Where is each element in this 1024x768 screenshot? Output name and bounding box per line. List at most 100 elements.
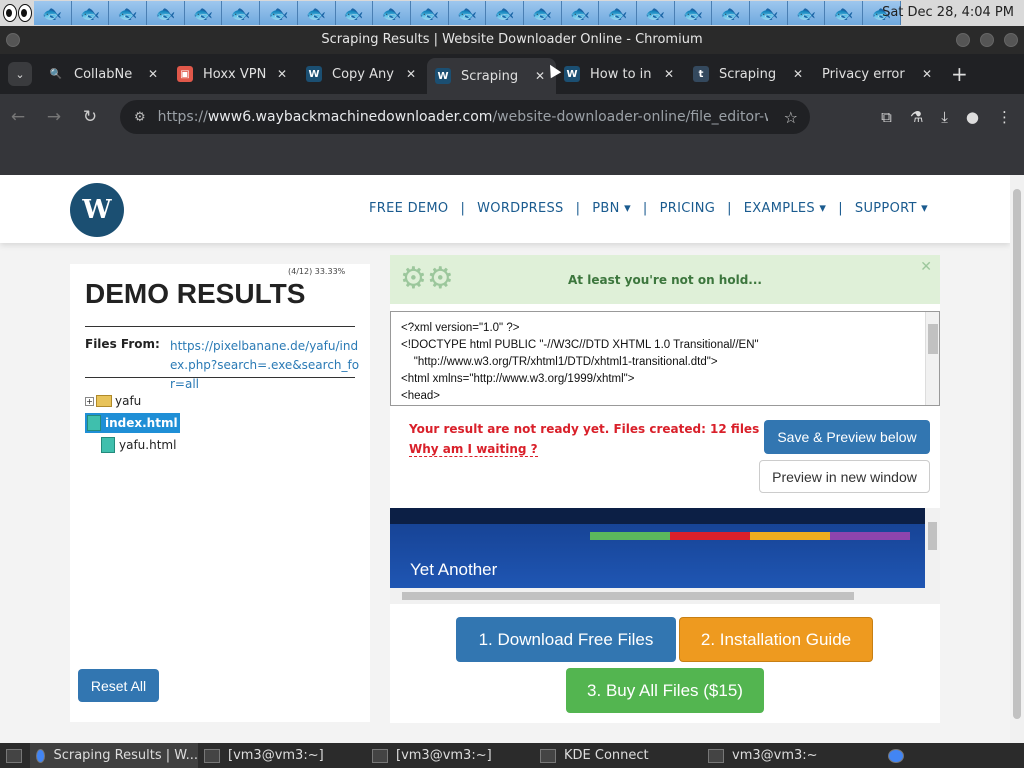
fish-icon[interactable]: 🐟 (373, 1, 411, 25)
tab-label: CollabNe (74, 66, 133, 82)
new-tab-button[interactable]: + (951, 62, 968, 86)
nav-pbn[interactable]: PBN ▾ (580, 201, 643, 216)
expand-icon[interactable]: + (85, 396, 94, 406)
maximize-button[interactable] (980, 33, 994, 47)
task-kde-connect[interactable]: KDE Connect (534, 743, 702, 768)
kde-connect-icon (540, 748, 556, 763)
window-titlebar[interactable]: Scraping Results | Website Downloader On… (0, 26, 1024, 54)
fish-icon[interactable]: 🐟 (260, 1, 298, 25)
fish-icon[interactable]: 🐟 (787, 1, 826, 25)
folder-icon (96, 395, 112, 407)
kebab-menu-icon[interactable]: ⋮ (997, 108, 1012, 126)
close-tab-icon[interactable]: ✕ (532, 69, 548, 83)
task-terminal-1[interactable]: [vm3@vm3:~] (198, 743, 366, 768)
tab-copy-any[interactable]: W Copy Any ✕ (298, 58, 427, 90)
xeyes-icon (0, 0, 34, 26)
close-tab-icon[interactable]: ✕ (145, 67, 161, 81)
close-tab-icon[interactable]: ✕ (919, 67, 935, 81)
show-desktop-icon[interactable] (0, 743, 30, 768)
forward-button[interactable]: → (36, 107, 72, 127)
fish-icon[interactable]: 🐟 (410, 1, 449, 25)
task-chromium[interactable]: Scraping Results | W... (30, 743, 198, 768)
bookmark-star-icon[interactable]: ☆ (784, 108, 798, 127)
task-terminal-2[interactable]: [vm3@vm3:~] (366, 743, 534, 768)
scrollbar[interactable] (925, 312, 939, 405)
clock[interactable]: Sat Dec 28, 4:04 PM (882, 0, 1014, 26)
tree-folder-yafu[interactable]: + yafu (85, 390, 180, 412)
back-button[interactable]: ← (0, 107, 36, 127)
window-menu-button[interactable] (6, 33, 20, 47)
tab-label: Copy Any (332, 66, 394, 82)
installation-guide-button[interactable]: 2. Installation Guide (679, 617, 873, 662)
tab-collabnet[interactable]: 🔍 CollabNe ✕ (40, 58, 169, 90)
tab-search-button[interactable]: ⌄ (8, 62, 32, 86)
reload-button[interactable]: ↻ (72, 107, 108, 127)
download-icon[interactable]: ⤓ (941, 108, 948, 126)
save-preview-button[interactable]: Save & Preview below (764, 420, 930, 454)
buy-all-files-button[interactable]: 3. Buy All Files ($15) (566, 668, 764, 713)
close-tab-icon[interactable]: ✕ (403, 67, 419, 81)
tab-scraping-2[interactable]: t Scraping ✕ (685, 58, 814, 90)
close-icon[interactable]: ✕ (920, 259, 932, 275)
fish-icon[interactable]: 🐟 (674, 1, 713, 25)
profile-icon[interactable]: ● (966, 108, 979, 126)
close-tab-icon[interactable]: ✕ (661, 67, 677, 81)
reset-all-button[interactable]: Reset All (78, 669, 159, 702)
fish-icon[interactable]: 🐟 (448, 1, 487, 25)
fish-icon[interactable]: 🐟 (750, 1, 788, 25)
page-scrollbar[interactable] (1010, 175, 1024, 743)
fish-icon[interactable]: 🐟 (222, 1, 261, 25)
url-text[interactable]: https://www6.waybackmachinedownloader.co… (158, 109, 768, 125)
code-editor[interactable]: <?xml version="1.0" ?> <!DOCTYPE html PUB… (390, 311, 940, 406)
fish-icon[interactable]: 🐟 (523, 1, 562, 25)
tray-chromium-icon[interactable] (882, 743, 912, 768)
horizontal-scrollbar[interactable] (390, 588, 925, 604)
why-waiting-link[interactable]: Why am I waiting ? (409, 442, 538, 457)
download-free-files-button[interactable]: 1. Download Free Files (456, 617, 676, 662)
preview-frame[interactable]: Yet Another (390, 508, 940, 604)
fish-icon[interactable]: 🐟 (561, 1, 600, 25)
close-window-button[interactable] (1004, 33, 1018, 47)
nav-free-demo[interactable]: FREE DEMO (357, 201, 460, 216)
preview-new-window-button[interactable]: Preview in new window (759, 460, 930, 493)
fish-icon[interactable]: 🐟 (109, 1, 148, 25)
tab-how-to[interactable]: W How to in ✕ (556, 58, 685, 90)
tab-label: How to in (590, 66, 652, 82)
address-bar[interactable]: ⚙ https://www6.waybackmachinedownloader.… (120, 100, 810, 134)
scrollbar[interactable] (925, 508, 940, 588)
waiting-text: Your result are not ready yet. Files cre… (409, 422, 804, 436)
close-tab-icon[interactable]: ✕ (274, 67, 290, 81)
tab-privacy-error[interactable]: Privacy error ✕ (814, 58, 943, 90)
tree-file-index[interactable]: index.html (85, 412, 180, 434)
extensions-icon[interactable]: ⧉ (881, 108, 892, 126)
task-terminal-3[interactable]: vm3@vm3:~ (702, 743, 882, 768)
tab-hoxx-vpn[interactable]: ▣ Hoxx VPN ✕ (169, 58, 298, 90)
fish-icon[interactable]: 🐟 (335, 1, 374, 25)
fish-icon[interactable]: 🐟 (71, 1, 110, 25)
minimize-button[interactable] (956, 33, 970, 47)
close-tab-icon[interactable]: ✕ (790, 67, 806, 81)
fish-icon[interactable]: 🐟 (486, 1, 524, 25)
fish-icon[interactable]: 🐟 (599, 1, 637, 25)
nav-pricing[interactable]: PRICING (648, 201, 728, 216)
nav-wordpress[interactable]: WORDPRESS (465, 201, 575, 216)
labs-flask-icon[interactable]: ⚗ (910, 108, 923, 126)
terminal-icon (372, 748, 388, 763)
fish-icon[interactable]: 🐟 (184, 1, 223, 25)
fish-icon[interactable]: 🐟 (147, 1, 185, 25)
fish-icon[interactable]: 🐟 (825, 1, 864, 25)
site-info-icon[interactable]: ⚙ (134, 110, 146, 125)
fish-icon[interactable]: 🐟 (34, 1, 72, 25)
nav-support[interactable]: SUPPORT ▾ (843, 201, 940, 216)
fish-icon[interactable]: 🐟 (297, 1, 336, 25)
fish-icon[interactable]: 🐟 (637, 1, 675, 25)
site-logo[interactable]: W (70, 183, 124, 237)
nav-examples[interactable]: EXAMPLES ▾ (732, 201, 838, 216)
tab-scraping-active[interactable]: W Scraping ✕ (427, 58, 556, 94)
terminal-icon (204, 748, 220, 763)
files-from-link[interactable]: https://pixelbanane.de/yafu/index.php?se… (170, 337, 360, 394)
fish-workspace-pager[interactable]: 🐟 🐟 🐟 🐟 🐟 🐟 🐟 🐟 🐟 🐟 🐟 🐟 🐟 🐟 🐟 🐟 🐟 🐟 🐟 🐟 … (34, 0, 901, 26)
terminal-icon (708, 748, 724, 763)
tree-file-yafu[interactable]: yafu.html (85, 434, 180, 456)
fish-icon[interactable]: 🐟 (712, 1, 751, 25)
